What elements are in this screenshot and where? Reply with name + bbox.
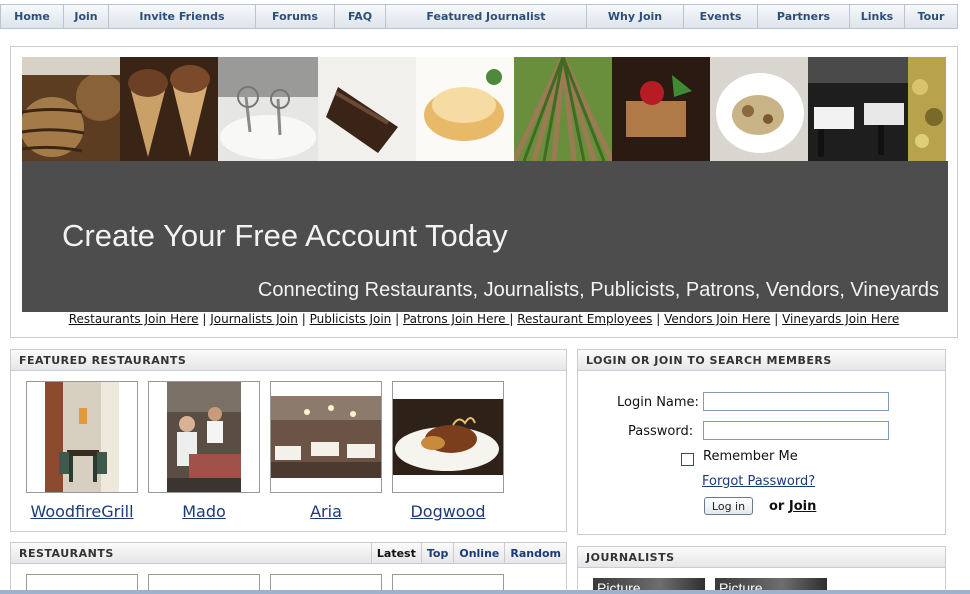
- remember-me-label: Remember Me: [703, 449, 798, 464]
- saffron-dish-photo: [908, 57, 946, 161]
- nav-why-join[interactable]: Why Join: [587, 5, 684, 28]
- login-panel: LOGIN OR JOIN TO SEARCH MEMBERS Login Na…: [577, 349, 946, 535]
- nav-partners[interactable]: Partners: [758, 5, 850, 28]
- aria-image: [271, 396, 381, 478]
- tab-online[interactable]: Online: [453, 543, 504, 564]
- wine-barrels-photo: [22, 57, 120, 161]
- restaurant-employees-link[interactable]: Restaurant Employees: [517, 312, 652, 326]
- restaurants-tabs: Latest Top Online Random: [370, 543, 566, 564]
- featured-restaurants-list: WoodfireGrill Mado Aria Dogwood: [26, 381, 504, 521]
- password-input[interactable]: [703, 421, 889, 440]
- mado-image: [167, 382, 241, 492]
- forgot-password-link[interactable]: Forgot Password?: [702, 474, 815, 489]
- vineyards-join-link[interactable]: Vineyards Join Here: [782, 312, 899, 326]
- featured-restaurants-panel: FEATURED RESTAURANTS WoodfireGrill Mado …: [10, 349, 567, 532]
- banner-section: Create Your Free Account Today Connectin…: [10, 46, 958, 338]
- aria-link[interactable]: Aria: [270, 502, 382, 521]
- dogwood-image: [393, 399, 503, 475]
- or-label: or: [769, 499, 785, 514]
- ice-cream-cones-photo: [120, 57, 218, 161]
- vendors-join-link[interactable]: Vendors Join Here: [664, 312, 770, 326]
- plated-entree-photo: [710, 57, 808, 161]
- woodfiregrill-image: [45, 382, 119, 492]
- pastry-photo: [416, 57, 514, 161]
- restaurant-interior-photo: [808, 57, 908, 161]
- nav-faq[interactable]: FAQ: [335, 5, 386, 28]
- remember-me-checkbox[interactable]: [681, 453, 694, 466]
- featured-item-dogwood[interactable]: Dogwood: [392, 381, 504, 521]
- mado-link[interactable]: Mado: [148, 502, 260, 521]
- dogwood-thumbnail[interactable]: [392, 381, 504, 493]
- woodfiregrill-link[interactable]: WoodfireGrill: [26, 502, 138, 521]
- login-name-label: Login Name:: [617, 395, 699, 410]
- password-label: Password:: [628, 424, 694, 439]
- join-link[interactable]: Join: [789, 499, 816, 514]
- banner-photo-strip: [22, 57, 948, 161]
- nav-invite-friends[interactable]: Invite Friends: [109, 5, 256, 28]
- woodfiregrill-thumbnail[interactable]: [26, 381, 138, 493]
- join-links-bar: Restaurants Join Here | Journalists Join…: [68, 312, 900, 326]
- login-name-input[interactable]: [703, 392, 889, 411]
- nav-events[interactable]: Events: [684, 5, 758, 28]
- tab-top[interactable]: Top: [420, 543, 453, 564]
- or-join-text: or Join: [769, 499, 816, 514]
- nav-home[interactable]: Home: [1, 5, 64, 28]
- nav-forums[interactable]: Forums: [256, 5, 335, 28]
- banner-headline: Create Your Free Account Today: [62, 218, 508, 253]
- publicists-join-link[interactable]: Publicists Join: [310, 312, 392, 326]
- nav-links[interactable]: Links: [850, 5, 905, 28]
- vineyard-photo: [514, 57, 612, 161]
- featured-item-woodfiregrill[interactable]: WoodfireGrill: [26, 381, 138, 521]
- bottom-edge: [0, 590, 970, 594]
- journalists-join-link[interactable]: Journalists Join: [210, 312, 298, 326]
- featured-item-mado[interactable]: Mado: [148, 381, 260, 521]
- berry-cake-photo: [612, 57, 710, 161]
- aria-thumbnail[interactable]: [270, 381, 382, 493]
- top-navigation: Home Join Invite Friends Forums FAQ Feat…: [0, 4, 958, 29]
- nav-tour[interactable]: Tour: [905, 5, 957, 28]
- patrons-join-link[interactable]: Patrons Join Here: [403, 312, 509, 326]
- nav-join[interactable]: Join: [64, 5, 109, 28]
- tab-random[interactable]: Random: [504, 543, 566, 564]
- login-heading: LOGIN OR JOIN TO SEARCH MEMBERS: [578, 350, 945, 371]
- dogwood-link[interactable]: Dogwood: [392, 502, 504, 521]
- dining-table-photo: [218, 57, 318, 161]
- nav-featured-journalist[interactable]: Featured Journalist: [386, 5, 587, 28]
- restaurants-join-link[interactable]: Restaurants Join Here: [69, 312, 199, 326]
- tab-latest[interactable]: Latest: [370, 543, 421, 564]
- journalists-heading: JOURNALISTS: [578, 547, 945, 568]
- banner-subline: Connecting Restaurants, Journalists, Pub…: [257, 279, 939, 301]
- featured-item-aria[interactable]: Aria: [270, 381, 382, 521]
- chocolate-dessert-photo: [318, 57, 416, 161]
- journalists-panel: JOURNALISTS Picture Picture: [577, 546, 946, 594]
- banner-text-panel: Create Your Free Account Today Connectin…: [22, 161, 948, 312]
- login-button[interactable]: Log in: [704, 497, 753, 515]
- featured-restaurants-heading: FEATURED RESTAURANTS: [11, 350, 566, 371]
- restaurants-panel: RESTAURANTS Latest Top Online Random: [10, 542, 567, 594]
- mado-thumbnail[interactable]: [148, 381, 260, 493]
